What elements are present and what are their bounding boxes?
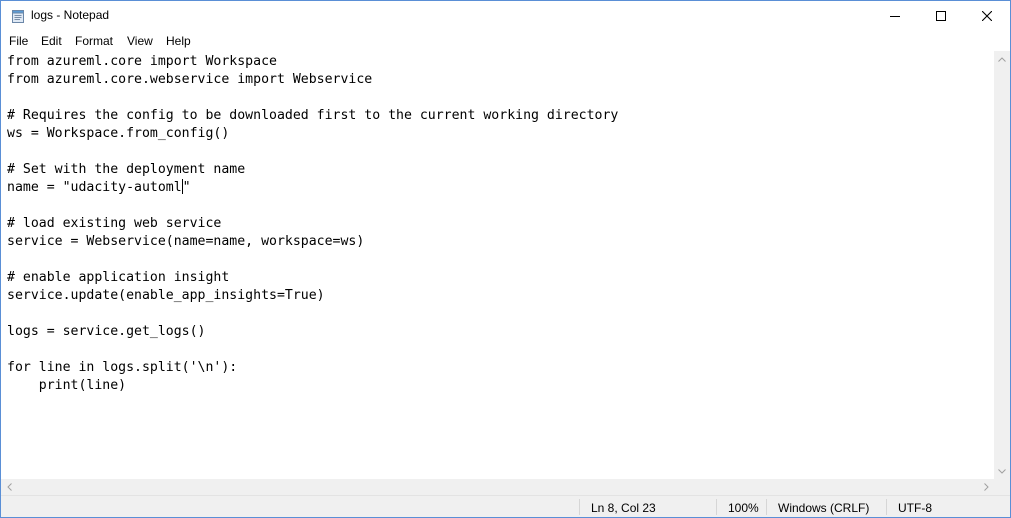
minimize-button[interactable] [872,1,918,31]
vertical-scrollbar[interactable] [994,51,1010,479]
chevron-down-icon [998,468,1006,474]
notepad-icon [12,10,24,23]
editor-line[interactable]: # enable application insight [7,270,229,285]
editor-line[interactable]: logs = service.get_logs() [7,324,206,339]
window-title: logs - Notepad [31,8,110,22]
status-separator [886,499,887,515]
editor-line[interactable]: ws = Workspace.from_config() [7,126,229,141]
scroll-up-button[interactable] [994,51,1010,67]
scroll-left-button[interactable] [1,479,17,495]
scroll-right-button[interactable] [978,479,994,495]
editor-text[interactable]: from azureml.core import Workspace from … [7,53,618,395]
chevron-up-icon [998,56,1006,62]
chevron-left-icon [6,483,12,491]
chevron-right-icon [983,483,989,491]
status-bar: Ln 8, Col 23 100% Windows (CRLF) UTF-8 [1,495,1010,517]
editor-line[interactable]: from azureml.core import Workspace [7,54,277,69]
editor-line[interactable]: # Set with the deployment name [7,162,245,177]
text-caret [181,179,183,194]
status-encoding: UTF-8 [898,501,932,515]
menu-file[interactable]: File [9,34,28,48]
menu-format[interactable]: Format [75,34,113,48]
maximize-icon [936,11,946,21]
editor-line[interactable]: print(line) [7,378,126,393]
editor-line[interactable]: service = Webservice(name=name, workspac… [7,234,364,249]
menu-bar: File Edit Format View Help [1,31,1010,51]
notepad-window: logs - Notepad File Edit Format View Hel… [0,0,1011,518]
maximize-button[interactable] [918,1,964,31]
text-editor-area[interactable]: from azureml.core import Workspace from … [1,51,994,479]
scroll-down-button[interactable] [994,463,1010,479]
editor-line[interactable]: from azureml.core.webservice import Webs… [7,72,372,87]
status-separator [766,499,767,515]
editor-line[interactable]: name = "udacity-automl" [7,179,191,195]
title-bar[interactable]: logs - Notepad [1,1,1010,31]
menu-view[interactable]: View [127,34,153,48]
editor-line[interactable]: for line in logs.split('\n'): [7,360,237,375]
minimize-icon [890,16,900,17]
status-separator [579,499,580,515]
menu-help[interactable]: Help [166,34,191,48]
status-separator [716,499,717,515]
status-line-ending: Windows (CRLF) [778,501,870,515]
status-zoom: 100% [728,501,759,515]
menu-edit[interactable]: Edit [41,34,62,48]
close-icon [982,11,992,21]
scrollbar-corner [994,479,1010,495]
close-button[interactable] [964,1,1010,31]
editor-line[interactable]: service.update(enable_app_insights=True) [7,288,325,303]
horizontal-scrollbar[interactable] [1,479,994,495]
status-cursor-position: Ln 8, Col 23 [591,501,656,515]
editor-line[interactable]: # Requires the config to be downloaded f… [7,108,618,123]
editor-line[interactable]: # load existing web service [7,216,221,231]
